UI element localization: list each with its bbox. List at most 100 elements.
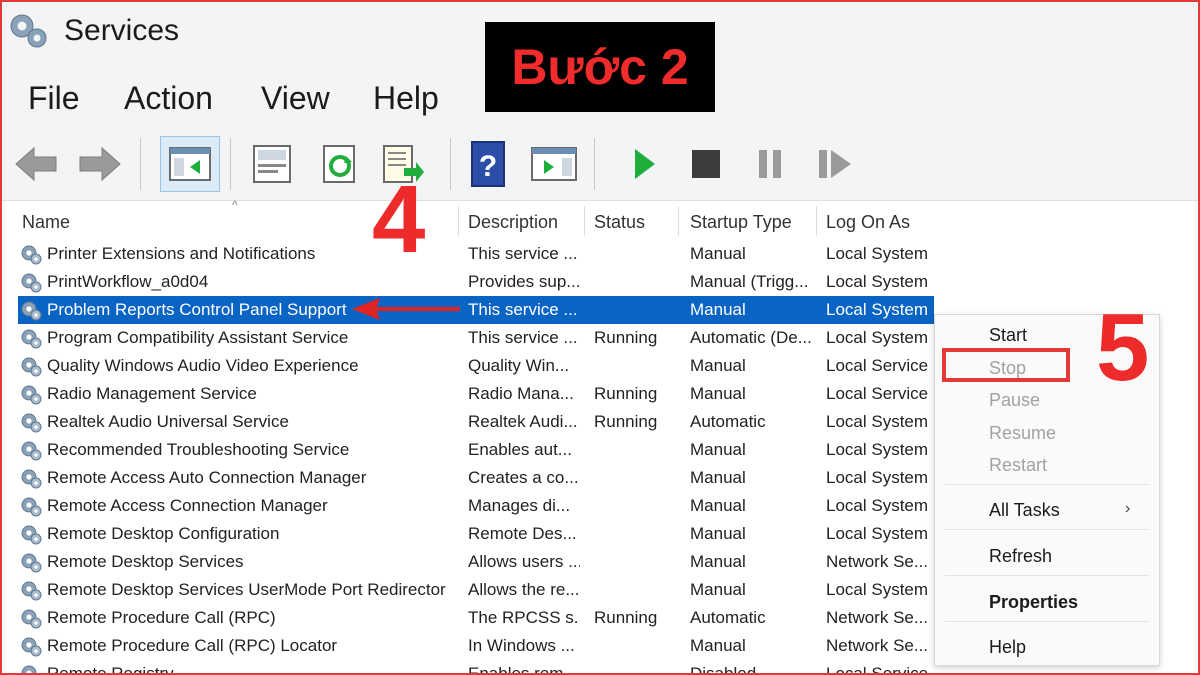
service-name: PrintWorkflow_a0d04 bbox=[47, 272, 209, 291]
table-row[interactable]: Remote Procedure Call (RPC) Locator In Wi… bbox=[0, 632, 940, 660]
submenu-chevron-icon: › bbox=[1125, 500, 1131, 517]
column-header-status[interactable]: Status bbox=[594, 212, 645, 233]
column-divider[interactable] bbox=[584, 206, 585, 236]
table-row[interactable]: Remote Registry Enables rem... Disabled Loc… bbox=[0, 660, 940, 675]
service-name: Quality Windows Audio Video Experience bbox=[47, 356, 359, 375]
service-startup-type: Manual bbox=[690, 244, 746, 263]
back-arrow-icon[interactable] bbox=[10, 138, 62, 190]
toolbar-separator bbox=[140, 138, 141, 190]
service-startup-type: Manual bbox=[690, 384, 746, 403]
service-log-on-as: Network Se... bbox=[826, 608, 929, 627]
properties-icon[interactable] bbox=[246, 138, 298, 190]
forward-arrow-icon[interactable] bbox=[74, 138, 126, 190]
menu-view[interactable]: View bbox=[261, 80, 330, 117]
services-list: ^ Name Description Status Startup Type L… bbox=[0, 200, 940, 675]
context-menu-start[interactable]: Start bbox=[989, 325, 1027, 346]
show-hide-action-pane-icon[interactable] bbox=[528, 138, 580, 190]
column-divider[interactable] bbox=[678, 206, 679, 236]
context-menu-separator bbox=[945, 529, 1149, 530]
service-log-on-as: Local Service bbox=[826, 384, 929, 403]
context-menu-pause[interactable]: Pause bbox=[989, 390, 1040, 411]
start-service-icon[interactable] bbox=[618, 138, 670, 190]
service-description: Allows the re... bbox=[468, 580, 580, 599]
step-label: Bước 2 bbox=[485, 22, 715, 112]
help-icon[interactable]: ? bbox=[462, 138, 514, 190]
context-menu-separator bbox=[945, 621, 1149, 622]
service-startup-type: Manual bbox=[690, 552, 746, 571]
context-menu-properties[interactable]: Properties bbox=[989, 592, 1078, 613]
service-startup-type: Manual bbox=[690, 468, 746, 487]
table-row[interactable]: Realtek Audio Universal Service Realtek A… bbox=[0, 408, 940, 436]
service-log-on-as: Local System bbox=[826, 580, 929, 599]
context-menu-resume[interactable]: Resume bbox=[989, 423, 1056, 444]
service-startup-type: Manual bbox=[690, 524, 746, 543]
service-log-on-as: Local System bbox=[826, 440, 929, 459]
service-gear-icon bbox=[20, 551, 42, 573]
service-gear-icon bbox=[20, 607, 42, 629]
table-row[interactable]: Remote Procedure Call (RPC) The RPCSS s..… bbox=[0, 604, 940, 632]
service-status: Running bbox=[594, 412, 658, 431]
menu-action[interactable]: Action bbox=[124, 80, 213, 117]
service-status: Running bbox=[594, 384, 658, 403]
table-row[interactable]: Remote Access Connection Manager Manages … bbox=[0, 492, 940, 520]
service-startup-type: Automatic bbox=[690, 608, 766, 627]
column-header-description[interactable]: Description bbox=[468, 212, 558, 233]
service-description: This service ... bbox=[468, 328, 578, 347]
service-startup-type: Manual bbox=[690, 300, 746, 319]
table-row[interactable]: Printer Extensions and Notifications This… bbox=[0, 240, 940, 268]
service-name: Remote Registry bbox=[47, 664, 174, 675]
pause-service-icon[interactable] bbox=[744, 138, 796, 190]
service-description: This service ... bbox=[468, 244, 578, 263]
refresh-icon[interactable] bbox=[314, 138, 366, 190]
context-menu-all-tasks[interactable]: All Tasks bbox=[989, 500, 1060, 521]
table-row[interactable]: Recommended Troubleshooting Service Enabl… bbox=[0, 436, 940, 464]
service-gear-icon bbox=[20, 439, 42, 461]
table-row[interactable]: Program Compatibility Assistant Service T… bbox=[0, 324, 940, 352]
service-gear-icon bbox=[20, 495, 42, 517]
context-menu-restart[interactable]: Restart bbox=[989, 455, 1047, 476]
service-name: Remote Desktop Services bbox=[47, 552, 244, 571]
stop-service-icon[interactable] bbox=[680, 138, 732, 190]
context-menu-help[interactable]: Help bbox=[989, 637, 1026, 658]
service-log-on-as: Local Service bbox=[826, 664, 929, 675]
context-menu-refresh[interactable]: Refresh bbox=[989, 546, 1052, 567]
column-header-row: ^ Name Description Status Startup Type L… bbox=[0, 200, 940, 240]
service-log-on-as: Local System bbox=[826, 244, 929, 263]
service-gear-icon bbox=[20, 299, 42, 321]
menu-file[interactable]: File bbox=[28, 80, 80, 117]
table-row[interactable]: Remote Access Auto Connection Manager Cre… bbox=[0, 464, 940, 492]
column-divider[interactable] bbox=[458, 206, 459, 236]
service-startup-type: Manual bbox=[690, 636, 746, 655]
service-gear-icon bbox=[20, 467, 42, 489]
service-startup-type: Automatic (De... bbox=[690, 328, 812, 347]
column-header-log-on-as[interactable]: Log On As bbox=[826, 212, 910, 233]
column-header-startup-type[interactable]: Startup Type bbox=[690, 212, 792, 233]
table-row[interactable]: Remote Desktop Configuration Remote Des..… bbox=[0, 520, 940, 548]
toolbar-separator bbox=[230, 138, 231, 190]
service-startup-type: Manual bbox=[690, 356, 746, 375]
service-gear-icon bbox=[20, 271, 42, 293]
service-log-on-as: Local System bbox=[826, 412, 929, 431]
column-header-name[interactable]: Name bbox=[22, 212, 70, 233]
service-description: Remote Des... bbox=[468, 524, 577, 543]
service-gear-icon bbox=[20, 383, 42, 405]
menu-help[interactable]: Help bbox=[373, 80, 439, 117]
service-description: Provides sup... bbox=[468, 272, 580, 291]
service-description: Enables rem... bbox=[468, 664, 578, 675]
service-name: Program Compatibility Assistant Service bbox=[47, 328, 349, 347]
table-row[interactable]: Remote Desktop Services Allows users ... M… bbox=[0, 548, 940, 576]
table-row[interactable]: Radio Management Service Radio Mana... Run… bbox=[0, 380, 940, 408]
table-row[interactable]: Quality Windows Audio Video Experience Qu… bbox=[0, 352, 940, 380]
table-row[interactable]: Remote Desktop Services UserMode Port Re… bbox=[0, 576, 940, 604]
service-log-on-as: Local System bbox=[826, 524, 929, 543]
service-description: Enables aut... bbox=[468, 440, 572, 459]
toolbar-separator bbox=[594, 138, 595, 190]
annotation-arrow-icon bbox=[352, 298, 460, 320]
window-title: Services bbox=[64, 14, 180, 47]
show-hide-console-tree-icon[interactable] bbox=[160, 136, 220, 192]
column-divider[interactable] bbox=[816, 206, 817, 236]
table-row-selected[interactable]: Problem Reports Control Panel Support Thi… bbox=[18, 296, 934, 324]
service-name: Remote Access Auto Connection Manager bbox=[47, 468, 367, 487]
restart-service-icon[interactable] bbox=[810, 138, 862, 190]
table-row[interactable]: PrintWorkflow_a0d04 Provides sup... Manual… bbox=[0, 268, 940, 296]
